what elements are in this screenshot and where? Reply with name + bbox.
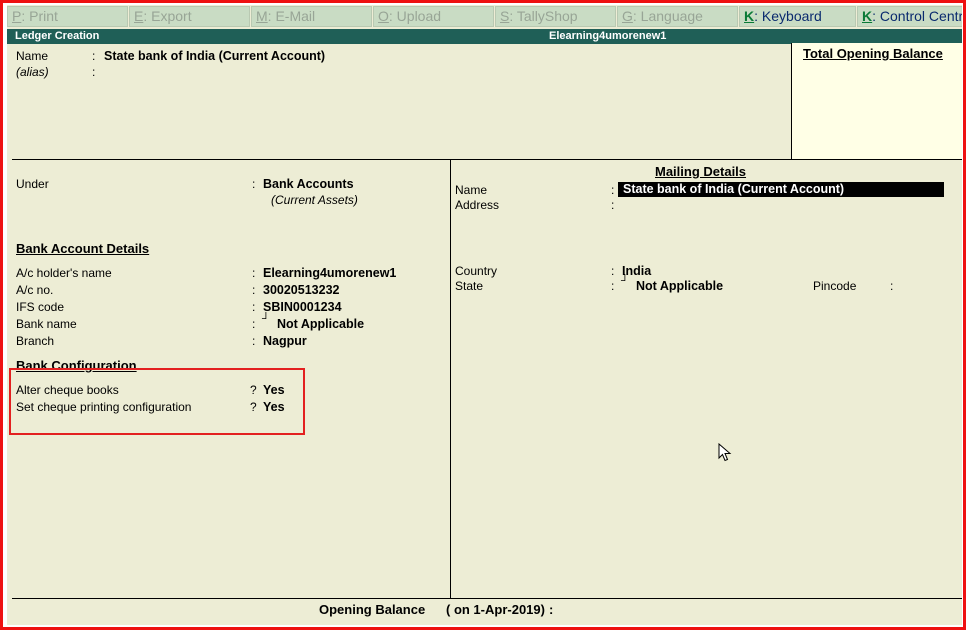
bank-field-colon: : xyxy=(252,300,256,314)
bank-field-value[interactable]: 30020513232 xyxy=(263,283,339,297)
shortcut-key: E xyxy=(134,8,144,24)
toolbar-button[interactable]: K: Control Centre xyxy=(857,6,962,27)
list-marker-icon: ┘ xyxy=(262,313,270,325)
section-divider-bottom xyxy=(12,598,962,599)
mailing-details-title: Mailing Details xyxy=(655,164,747,179)
list-marker-icon: ┘ xyxy=(621,275,629,287)
pincode-label: Pincode xyxy=(813,279,857,293)
toolbar-button[interactable]: E: Export xyxy=(129,6,250,27)
alias-label: (alias) xyxy=(16,65,49,79)
highlight-box xyxy=(9,368,305,435)
shortcut-key: M xyxy=(256,8,268,24)
toolbar-button-label: : Upload xyxy=(388,8,442,24)
alias-colon: : xyxy=(92,65,96,79)
mailing-name-label: Name xyxy=(455,183,488,197)
column-divider xyxy=(450,159,451,598)
name-label: Name xyxy=(16,49,49,63)
bank-field-value[interactable]: SBIN0001234 xyxy=(263,300,342,314)
bank-account-details-title: Bank Account Details xyxy=(16,241,150,256)
address-colon: : xyxy=(611,198,615,212)
bank-field-colon: : xyxy=(252,283,256,297)
mailing-name-colon: : xyxy=(611,183,615,197)
section-divider-top xyxy=(12,159,962,160)
address-label: Address xyxy=(455,198,500,212)
under-group-field[interactable]: Bank Accounts xyxy=(263,177,354,191)
shortcut-key: K xyxy=(862,8,873,24)
toolbar-button-label: : Language xyxy=(632,8,703,24)
under-parent-group: (Current Assets) xyxy=(271,193,358,207)
shortcut-key: S xyxy=(500,8,510,24)
ledger-name-field[interactable]: State bank of India (Current Account) xyxy=(104,49,325,63)
toolbar-button-label: : E-Mail xyxy=(267,8,316,24)
under-label: Under xyxy=(16,177,49,191)
state-field[interactable]: Not Applicable xyxy=(636,279,723,293)
opening-balance-colon: : xyxy=(549,602,554,617)
bank-field-value[interactable]: Not Applicable xyxy=(277,317,364,331)
opening-balance-field[interactable] xyxy=(563,601,763,617)
screen-title: Ledger Creation xyxy=(15,30,100,42)
toolbar-button[interactable]: O: Upload xyxy=(373,6,494,27)
toolbar-button-label: : Keyboard xyxy=(754,8,822,24)
opening-balance-date: ( on 1-Apr-2019) xyxy=(446,602,545,617)
opening-balance-label: Opening Balance xyxy=(319,602,426,617)
pincode-colon: : xyxy=(890,279,894,293)
toolbar-button-label: : Export xyxy=(143,8,192,24)
toolbar-button[interactable]: G: Language xyxy=(617,6,738,27)
tally-screen: P: Print E: Export M: E-Mail O: Upload S: Ta… xyxy=(7,5,962,625)
bank-field-label: A/c holder's name xyxy=(16,266,112,280)
bank-field-value[interactable]: Nagpur xyxy=(263,334,307,348)
shortcut-key: P xyxy=(12,8,22,24)
bank-field-label: Branch xyxy=(16,334,55,348)
total-opening-balance-title: Total Opening Balance xyxy=(803,46,943,61)
bank-field-colon: : xyxy=(252,266,256,280)
company-name: Elearning4umorenew1 xyxy=(549,30,667,42)
state-label: State xyxy=(455,279,484,293)
bank-field-colon: : xyxy=(252,334,256,348)
shortcut-key: K xyxy=(744,8,755,24)
under-colon: : xyxy=(252,177,256,191)
mailing-name-field[interactable]: State bank of India (Current Account) xyxy=(618,182,944,197)
total-opening-balance-panel: Total Opening Balance xyxy=(791,43,962,160)
state-colon: : xyxy=(611,279,615,293)
name-colon: : xyxy=(92,49,96,63)
bank-field-colon: : xyxy=(252,317,256,331)
country-label: Country xyxy=(455,264,498,278)
button-bar: P: Print E: Export M: E-Mail O: Upload S: Ta… xyxy=(7,5,962,28)
bank-field-label: Bank name xyxy=(16,317,77,331)
shortcut-key: O xyxy=(378,8,389,24)
toolbar-button-label: : TallyShop xyxy=(509,8,578,24)
bank-field-label: A/c no. xyxy=(16,283,54,297)
toolbar-button[interactable]: S: TallyShop xyxy=(495,6,616,27)
title-bar: Ledger Creation Elearning4umorenew1 xyxy=(7,29,962,44)
bank-field-value[interactable]: Elearning4umorenew1 xyxy=(263,266,396,280)
toolbar-button[interactable]: K: Keyboard xyxy=(739,6,856,27)
shortcut-key: G xyxy=(622,8,633,24)
toolbar-button-label: : Control Centre xyxy=(872,8,962,24)
bank-field-label: IFS code xyxy=(16,300,65,314)
country-colon: : xyxy=(611,264,615,278)
mouse-cursor-icon xyxy=(718,443,732,462)
toolbar-button-label: : Print xyxy=(21,8,58,24)
toolbar-button[interactable]: M: E-Mail xyxy=(251,6,372,27)
toolbar-button[interactable]: P: Print xyxy=(7,6,128,27)
